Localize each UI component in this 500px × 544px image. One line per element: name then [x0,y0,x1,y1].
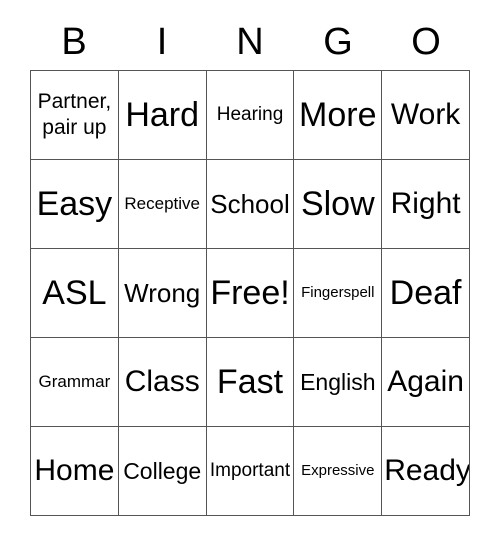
bingo-cell-label: Home [34,453,115,487]
bingo-cell-label: Free! [210,273,290,312]
bingo-cell[interactable]: College [118,427,207,516]
bingo-cell-label: Slow [300,184,375,223]
bingo-cell-label: Work [390,97,461,131]
bingo-cell[interactable]: Home [31,427,119,516]
bingo-cell-label: School [210,188,290,219]
bingo-cell[interactable]: Deaf [382,249,470,338]
bingo-cell[interactable]: Important [206,427,295,516]
bingo-cell-label: Partner, pair up [37,90,112,139]
bingo-cell-label: Receptive [124,193,200,213]
bingo-cell[interactable]: Fingerspell [294,249,383,338]
bingo-cell-label: Deaf [389,273,462,312]
bingo-cell[interactable]: Class [118,338,207,427]
bingo-cell-label: More [299,95,377,134]
bingo-cell[interactable]: Work [382,71,470,160]
bingo-free-space-cell[interactable]: Free! [206,249,295,338]
bingo-cell[interactable]: Fast [206,338,295,427]
bingo-header-letter-b: B [61,21,87,63]
bingo-header-letter-o: O [411,21,441,63]
bingo-cell[interactable]: Easy [31,160,119,249]
bingo-cell[interactable]: Again [382,338,470,427]
bingo-cell[interactable]: Slow [294,160,383,249]
bingo-cell-label: ASL [42,273,107,312]
bingo-cell-label: Class [124,364,200,398]
bingo-cell[interactable]: Receptive [118,160,207,249]
bingo-header-row: BINGO [30,14,470,70]
bingo-cell-label: Hearing [216,103,284,125]
bingo-cell-label: Hard [125,95,200,134]
bingo-cell-label: Important [209,459,291,481]
bingo-cell-label: College [123,457,202,484]
bingo-cell[interactable]: English [294,338,383,427]
bingo-cell[interactable]: Right [382,160,470,249]
bingo-cell-label: Right [390,186,461,220]
bingo-cell-label: Ready [384,453,470,487]
bingo-card: B I N G O Partner, pair up Hard Hearing More Wor… [0,0,500,544]
bingo-grid: Partner, pair up Hard Hearing More Work Easy R… [30,70,470,516]
bingo-cell[interactable]: More [294,71,383,160]
bingo-cell[interactable]: Wrong [118,249,207,338]
bingo-cell[interactable]: Grammar [31,338,119,427]
bingo-cell-label: English [300,368,376,395]
bingo-cell[interactable]: Hard [118,71,207,160]
bingo-cell-label: Expressive [301,461,375,479]
bingo-cell-label: Fingerspell [301,283,375,301]
bingo-cell-label: Again [387,364,464,398]
bingo-cell[interactable]: ASL [31,249,119,338]
bingo-cell[interactable]: Partner, pair up [31,71,119,160]
bingo-header-letter-i: I [156,21,168,63]
bingo-cell-label: Fast [216,362,284,401]
bingo-cell[interactable]: Ready [382,427,470,516]
bingo-cell[interactable]: School [206,160,295,249]
bingo-header-letter-g: G [323,21,353,63]
bingo-cell-label: Easy [36,184,113,223]
bingo-cell[interactable]: Hearing [206,71,295,160]
bingo-cell-label: Wrong [124,277,201,308]
bingo-header-letter-n: N [236,21,264,63]
bingo-cell-label: Grammar [38,371,111,391]
bingo-cell[interactable]: Expressive [294,427,383,516]
